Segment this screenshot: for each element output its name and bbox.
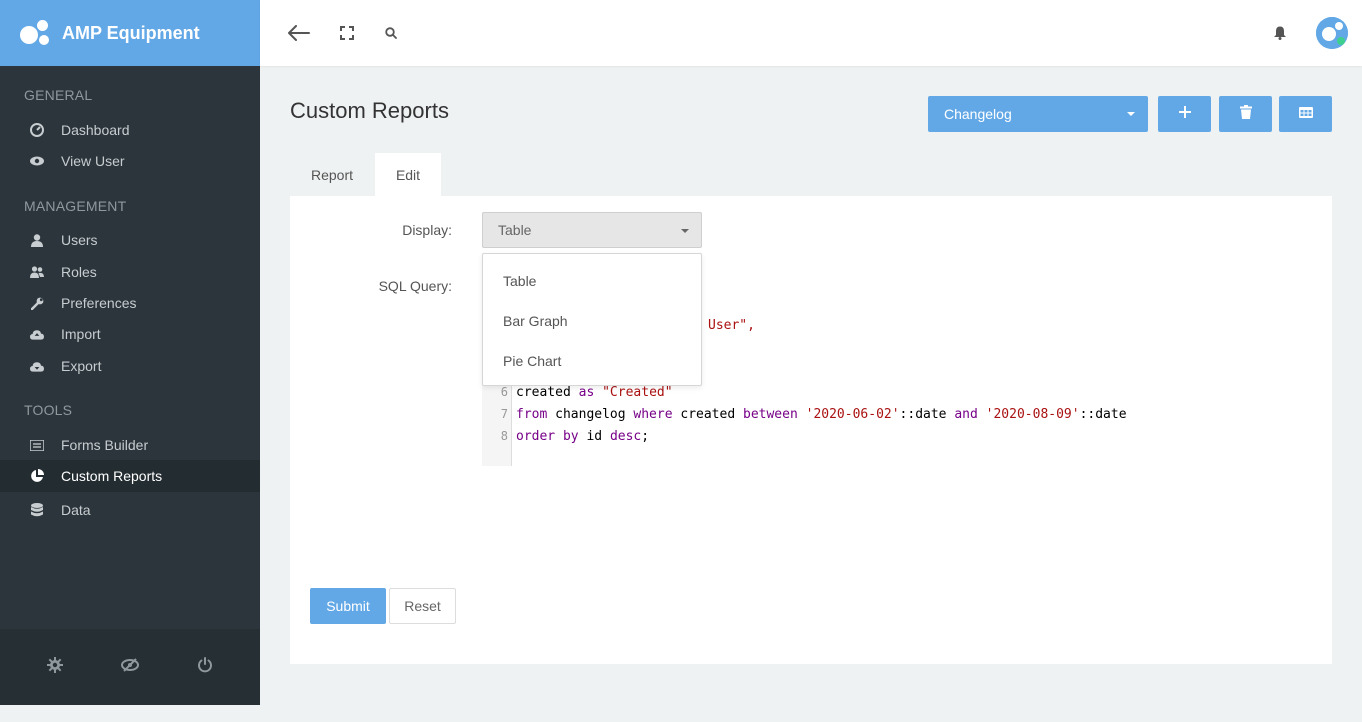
sidebar-item-label: Export (61, 358, 102, 374)
code-line: order by id desc; (516, 429, 649, 444)
brand-name: AMP Equipment (62, 22, 200, 43)
sidebar-item-label: Custom Reports (61, 468, 163, 484)
topbar (260, 0, 1362, 66)
tab-report[interactable]: Report (290, 153, 374, 196)
back-arrow-icon[interactable] (288, 22, 310, 44)
sidebar-item-roles[interactable]: Roles (0, 256, 260, 288)
sidebar-item-import[interactable]: Import (0, 318, 260, 350)
dropdown-option-bar-graph[interactable]: Bar Graph (503, 313, 568, 329)
wrench-icon (30, 296, 44, 310)
fullscreen-icon[interactable] (336, 22, 358, 44)
code-text: created as "Created" (516, 385, 673, 400)
add-report-button[interactable] (1158, 96, 1211, 132)
pie-chart-icon (30, 469, 44, 483)
cloud-download-icon (30, 359, 44, 373)
user-icon (30, 233, 44, 247)
database-icon (30, 503, 44, 517)
code-line: created as "Created" (516, 385, 673, 400)
reset-button[interactable]: Reset (389, 588, 456, 624)
sidebar-footer (0, 629, 260, 705)
chevron-down-icon (1127, 112, 1135, 116)
sidebar-item-view-user[interactable]: View User (0, 145, 260, 177)
list-icon (30, 438, 44, 452)
code-text: order by id desc; (516, 429, 650, 444)
sidebar-item-export[interactable]: Export (0, 350, 260, 382)
display-dropdown-menu: Table Bar Graph Pie Chart (482, 253, 702, 386)
chevron-down-icon (681, 229, 689, 233)
dashboard-icon (30, 123, 44, 137)
dropdown-option-table[interactable]: Table (503, 273, 536, 289)
brand-header[interactable]: AMP Equipment (0, 0, 260, 66)
sidebar-item-forms-builder[interactable]: Forms Builder (0, 429, 260, 461)
display-label: Display: (402, 222, 452, 238)
sidebar-item-label: View User (61, 153, 125, 169)
tab-edit[interactable]: Edit (375, 153, 441, 196)
line-number: 7 (500, 407, 508, 421)
users-icon (30, 265, 44, 279)
eye-slash-icon[interactable] (121, 657, 139, 677)
sidebar-item-label: Dashboard (61, 122, 130, 138)
search-icon[interactable] (380, 22, 402, 44)
sidebar-item-label: Import (61, 326, 101, 342)
delete-report-button[interactable] (1219, 96, 1272, 132)
code-line: from changelog where created between '20… (516, 407, 1127, 422)
nav-heading-general: GENERAL (24, 87, 93, 103)
line-number: 6 (500, 385, 508, 399)
sidebar-item-dashboard[interactable]: Dashboard (0, 114, 260, 146)
brand-logo-icon (20, 20, 50, 46)
sidebar-item-preferences[interactable]: Preferences (0, 287, 260, 319)
add-icon (1178, 105, 1192, 124)
sidebar: AMP Equipment GENERAL Dashboard View Use… (0, 0, 260, 705)
nav-heading-tools: TOOLS (24, 402, 73, 418)
cloud-upload-icon (30, 327, 44, 341)
display-select-value: Table (498, 222, 532, 238)
nav-heading-management: MANAGEMENT (24, 198, 127, 214)
submit-button[interactable]: Submit (310, 588, 386, 624)
table-icon (1298, 105, 1313, 123)
line-number: 8 (500, 429, 508, 443)
avatar[interactable] (1316, 17, 1348, 49)
page-title: Custom Reports (290, 98, 449, 123)
table-view-button[interactable] (1279, 96, 1332, 132)
dropdown-option-pie-chart[interactable]: Pie Chart (503, 353, 561, 369)
power-icon[interactable] (197, 656, 213, 678)
trash-icon (1239, 104, 1252, 124)
code-fragment: User", (708, 318, 755, 333)
display-select[interactable]: Table (482, 212, 702, 248)
sidebar-item-custom-reports[interactable]: Custom Reports (0, 460, 260, 492)
gear-icon[interactable] (47, 656, 63, 678)
code-text: from changelog where created between '20… (516, 407, 1127, 422)
sidebar-item-users[interactable]: Users (0, 224, 260, 256)
sidebar-item-label: Roles (61, 264, 97, 280)
report-selector-value: Changelog (944, 106, 1012, 122)
sidebar-item-label: Data (61, 502, 91, 518)
sidebar-item-data[interactable]: Data (0, 494, 260, 526)
eye-icon (30, 154, 44, 168)
sidebar-item-label: Forms Builder (61, 437, 149, 453)
sidebar-item-label: Preferences (61, 295, 137, 311)
report-selector[interactable]: Changelog (928, 96, 1148, 132)
sql-query-label: SQL Query: (378, 278, 452, 294)
sidebar-item-label: Users (61, 232, 98, 248)
bell-icon[interactable] (1269, 22, 1291, 44)
